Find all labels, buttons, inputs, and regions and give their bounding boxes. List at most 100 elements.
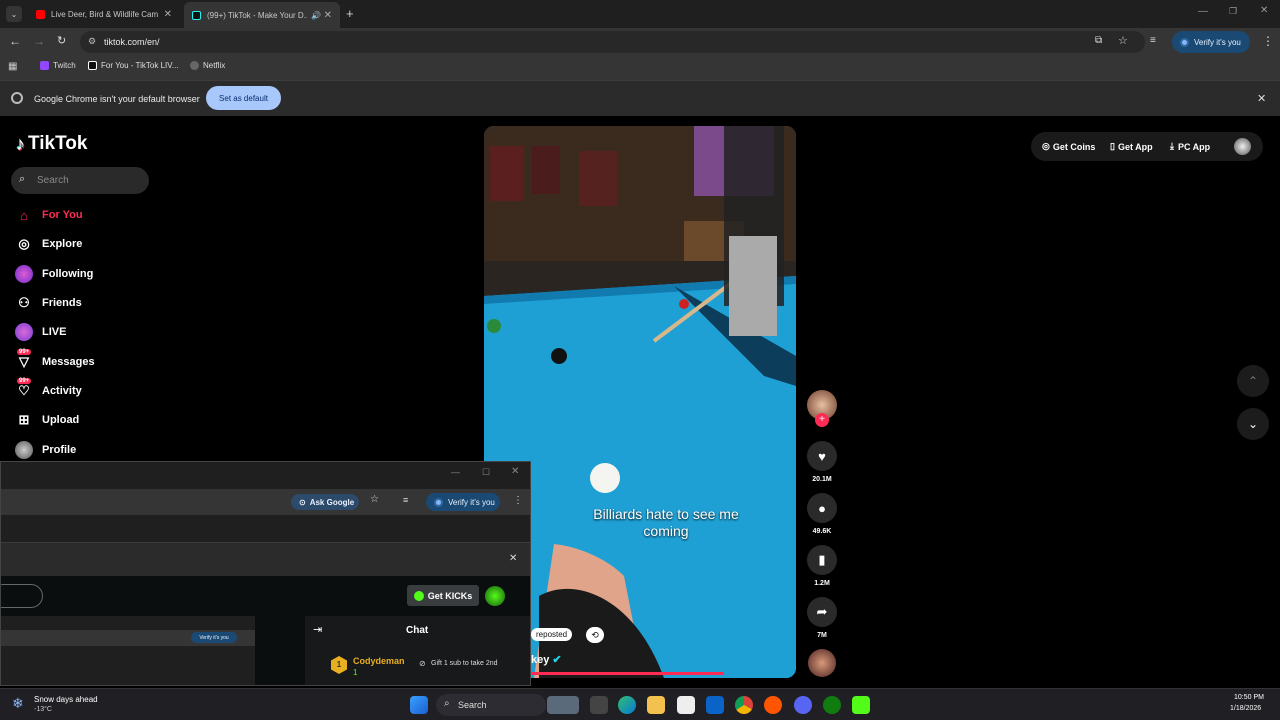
- minimize-button[interactable]: —: [1198, 6, 1208, 17]
- nav-label: Upload: [42, 414, 80, 426]
- speaker-icon[interactable]: 🔊: [311, 11, 321, 20]
- edge-icon[interactable]: [618, 696, 636, 714]
- nav-profile[interactable]: Profile: [15, 439, 175, 461]
- phone-icon: ▯: [1110, 141, 1115, 151]
- back-icon[interactable]: ←: [9, 34, 21, 48]
- tab-wildlife-cam[interactable]: Live Deer, Bird & Wildlife Cam ✕: [28, 4, 180, 24]
- get-coins-button[interactable]: ◎ Get Coins: [1042, 141, 1095, 152]
- action-label: PC App: [1177, 141, 1211, 152]
- close-window-button[interactable]: ✕: [1260, 5, 1268, 16]
- apps-grid-icon[interactable]: ▦: [8, 61, 17, 72]
- menu-kebab-icon[interactable]: ⋮: [1262, 34, 1274, 48]
- get-app-button[interactable]: ▯ Get App: [1110, 141, 1153, 152]
- nav-activity[interactable]: ♡ 99+ Activity: [15, 378, 175, 402]
- chat-message: 1 Codydeman 1 ⊘ Gift 1 sub to take 2nd: [331, 654, 530, 682]
- kick-user-avatar[interactable]: [485, 586, 505, 606]
- soundcloud-icon[interactable]: [764, 696, 782, 714]
- music-disc-avatar[interactable]: [806, 649, 838, 677]
- set-default-button[interactable]: Set as default: [206, 86, 281, 110]
- xbox-icon[interactable]: [823, 696, 841, 714]
- kick-search-input[interactable]: [1, 584, 43, 608]
- search-placeholder: Search: [37, 175, 69, 186]
- menu-kebab-icon[interactable]: ⋮: [513, 495, 523, 506]
- next-video-button[interactable]: ⌄: [1237, 408, 1269, 440]
- like-button[interactable]: ♥ 20.1M: [806, 441, 838, 483]
- pc-app-button[interactable]: ⤓ PC App: [1170, 141, 1210, 152]
- tiktok-icon: [192, 10, 201, 20]
- task-view-icon[interactable]: [590, 696, 608, 714]
- nav-label: Following: [42, 268, 94, 280]
- nav-upload[interactable]: ⊞ Upload: [15, 409, 175, 431]
- nav-label: LIVE: [42, 326, 67, 338]
- nav-following[interactable]: Following: [15, 263, 175, 285]
- search-icon: ⌕: [444, 698, 450, 709]
- get-kicks-button[interactable]: Get KICKs: [407, 585, 479, 606]
- messages-badge: 99+: [17, 349, 32, 355]
- nav-for-you[interactable]: ⌂ For You: [15, 204, 175, 226]
- nav-live[interactable]: LIVE: [15, 321, 175, 343]
- address-bar[interactable]: ⚙ tiktok.com/en/ ⧉ ☆: [80, 31, 1145, 53]
- new-tab-button[interactable]: +: [346, 6, 354, 21]
- infobar-message: Google Chrome isn't your default browser: [34, 94, 200, 104]
- chrome-icon[interactable]: [735, 696, 753, 714]
- popup-minimize-button[interactable]: —: [451, 467, 460, 477]
- tab-search-button[interactable]: ⌄: [6, 6, 22, 22]
- nav-explore[interactable]: ◎ Explore: [15, 233, 175, 255]
- popup-verify-button[interactable]: Verify it's you: [426, 493, 500, 511]
- tab-media-icon[interactable]: ≡: [1150, 35, 1156, 46]
- bookmark-star-icon[interactable]: ☆: [1118, 34, 1128, 47]
- bookmark-star-icon[interactable]: ☆: [370, 494, 379, 505]
- bookmark-twitch[interactable]: Twitch: [40, 61, 76, 70]
- install-app-icon[interactable]: ⧉: [1095, 35, 1102, 46]
- taskbar-search[interactable]: ⌕ Search: [436, 694, 546, 716]
- tab-title: Live Deer, Bird & Wildlife Cam: [51, 9, 159, 19]
- nav-friends[interactable]: ⚇ Friends: [15, 292, 175, 314]
- tiktok-logo[interactable]: ♪ TikTok: [16, 133, 87, 155]
- restore-button[interactable]: ❐: [1229, 6, 1237, 17]
- activity-icon: ♡ 99+: [17, 378, 32, 398]
- share-button[interactable]: ➦ 7M: [806, 597, 838, 639]
- get-kicks-label: Get KICKs: [427, 590, 473, 601]
- tab-media-icon[interactable]: ≡: [403, 495, 408, 505]
- creator-avatar[interactable]: +: [806, 390, 838, 427]
- nav-label: Explore: [42, 238, 83, 250]
- previous-video-button[interactable]: ⌃: [1237, 365, 1269, 397]
- windows-start-icon[interactable]: [410, 696, 428, 714]
- discord-icon[interactable]: [794, 696, 812, 714]
- browser-toolbar: ← → ↻ ⚙ tiktok.com/en/ ⧉ ☆ ≡ Verify it's…: [0, 28, 1280, 56]
- collapse-chat-icon[interactable]: ⇥: [313, 623, 322, 636]
- user-avatar[interactable]: [1234, 138, 1251, 155]
- search-input[interactable]: ⌕ Search: [11, 167, 149, 194]
- search-highlight-icon[interactable]: [547, 696, 579, 714]
- verify-button[interactable]: Verify it's you: [1172, 31, 1250, 53]
- ask-google-button[interactable]: ⊙ Ask Google: [291, 494, 359, 510]
- tab-strip: ⌄ Live Deer, Bird & Wildlife Cam ✕ (99+)…: [0, 0, 1280, 28]
- save-button[interactable]: ▮ 1.2M: [806, 545, 838, 587]
- weather-widget[interactable]: ❄ Snow days ahead -13°C: [12, 693, 132, 717]
- bookmark-netflix[interactable]: Netflix: [190, 61, 225, 70]
- author-name[interactable]: key ✔: [531, 653, 562, 666]
- follow-plus-icon[interactable]: +: [815, 413, 829, 427]
- bookmark-tiktok-live[interactable]: For You - TikTok LIV...: [88, 61, 179, 70]
- clock-date[interactable]: 1/18/2026: [1230, 705, 1261, 712]
- nav-messages[interactable]: ▽ 99+ Messages: [15, 349, 175, 373]
- popup-restore-button[interactable]: ☐: [482, 467, 490, 478]
- popup-close-button[interactable]: ✕: [511, 466, 519, 477]
- outlook-icon[interactable]: [706, 696, 724, 714]
- nav-label: Friends: [42, 297, 82, 309]
- close-tab-icon[interactable]: ✕: [164, 9, 172, 20]
- kick-app-icon[interactable]: [852, 696, 870, 714]
- tab-tiktok[interactable]: (99+) TikTok - Make Your D... 🔊 ✕: [184, 2, 340, 28]
- chat-username[interactable]: Codydeman: [353, 656, 405, 666]
- close-infobar-icon[interactable]: ✕: [509, 553, 517, 564]
- site-info-icon[interactable]: ⚙: [88, 36, 96, 47]
- lens-icon: ⊙: [299, 497, 306, 507]
- close-tab-icon[interactable]: ✕: [324, 10, 332, 21]
- close-infobar-icon[interactable]: ✕: [1257, 92, 1266, 105]
- comment-button[interactable]: ● 49.6K: [806, 493, 838, 535]
- forward-icon[interactable]: →: [33, 34, 45, 48]
- file-explorer-icon[interactable]: [647, 696, 665, 714]
- store-icon[interactable]: [677, 696, 695, 714]
- clock-time[interactable]: 10:50 PM: [1234, 694, 1264, 701]
- reload-icon[interactable]: ↻: [57, 34, 66, 47]
